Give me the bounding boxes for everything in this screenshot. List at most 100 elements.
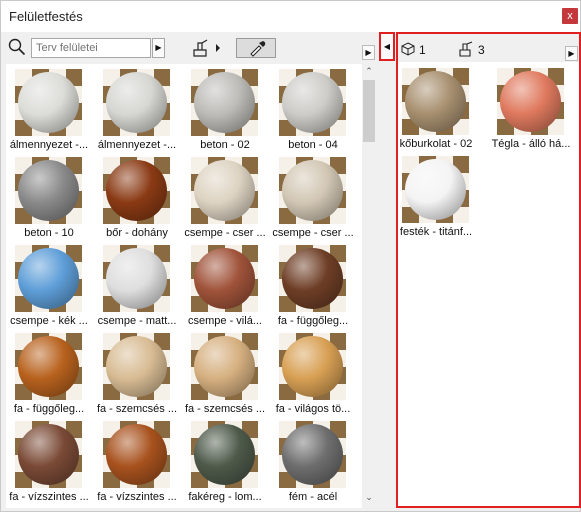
material-sphere (282, 248, 343, 309)
material-sphere (106, 336, 167, 397)
material-sphere (500, 71, 561, 132)
close-button[interactable]: x (562, 8, 578, 24)
material-tile[interactable]: fa - szemcsés ... (180, 333, 270, 421)
material-sphere (106, 160, 167, 221)
scroll-thumb[interactable] (363, 80, 375, 142)
material-thumbnail (402, 156, 469, 223)
search-dropdown-button[interactable]: ▶ (152, 38, 165, 58)
material-thumbnail (15, 333, 82, 400)
surface-painter-window: Felületfestés x ▶ ▶ ◀ álmennyezet -...ál… (0, 0, 581, 512)
material-tile[interactable]: fa - vízszintes ... (6, 421, 94, 508)
paint-bucket-icon[interactable] (190, 38, 224, 58)
material-tile[interactable]: fa - szemcsés ... (92, 333, 182, 421)
material-thumbnail (279, 69, 346, 136)
collapse-panel-button[interactable]: ◀ (379, 32, 395, 61)
material-label: Tégla - álló há... (491, 138, 571, 150)
material-sphere (106, 424, 167, 485)
surface-library-grid: álmennyezet -... álmennyezet -... beton - … (6, 64, 362, 508)
material-tile[interactable]: álmennyezet -... (92, 69, 182, 157)
material-sphere (282, 72, 343, 133)
material-label: csempe - matt... (97, 315, 177, 327)
material-label: beton - 04 (288, 139, 338, 151)
material-label: fa - szemcsés ... (184, 403, 266, 415)
material-sphere (18, 424, 79, 485)
material-thumbnail (191, 245, 258, 312)
material-thumbnail (279, 245, 346, 312)
title-bar: Felületfestés x (1, 1, 580, 32)
paint-bucket-icon (459, 41, 473, 57)
material-sphere (282, 424, 343, 485)
material-label: csempe - vilá... (188, 315, 262, 327)
material-tile[interactable]: fa - függőleg... (268, 245, 358, 333)
material-label: fa - függőleg... (277, 315, 349, 327)
eyedropper-button[interactable] (236, 38, 276, 58)
material-label: festék - titánf... (399, 226, 473, 238)
material-label: fakéreg - lom... (188, 491, 262, 503)
material-thumbnail (191, 157, 258, 224)
selection-panel: 1 3 ▶ kőburkolat - 02 Tégla - álló há... f… (396, 32, 581, 508)
material-sphere (194, 424, 255, 485)
paint-count: 3 (478, 43, 485, 57)
material-thumbnail (15, 421, 82, 488)
material-tile[interactable]: kőburkolat - 02 (391, 68, 481, 156)
object-count: 1 (419, 43, 426, 57)
library-scrollbar[interactable]: ⌃ ⌄ (362, 64, 376, 508)
cube-icon (401, 42, 415, 56)
material-tile[interactable]: csempe - kék ... (6, 245, 94, 333)
material-tile[interactable]: fa - vízszintes ... (92, 421, 182, 508)
scroll-up-arrow-icon[interactable]: ⌃ (362, 66, 376, 78)
library-scroll-right-button[interactable]: ▶ (362, 45, 375, 60)
material-label: álmennyezet -... (97, 139, 177, 151)
material-tile[interactable]: álmennyezet -... (6, 69, 94, 157)
material-sphere (405, 71, 466, 132)
material-tile[interactable]: beton - 04 (268, 69, 358, 157)
material-label: fém - acél (288, 491, 338, 503)
material-tile[interactable]: Tégla - álló há... (486, 68, 576, 156)
material-tile[interactable]: csempe - matt... (92, 245, 182, 333)
material-thumbnail (103, 421, 170, 488)
material-thumbnail (191, 69, 258, 136)
material-tile[interactable]: csempe - vilá... (180, 245, 270, 333)
material-label: bőr - dohány (106, 227, 168, 239)
material-thumbnail (191, 421, 258, 488)
material-label: csempe - cser ... (272, 227, 354, 239)
material-thumbnail (279, 333, 346, 400)
material-label: kőburkolat - 02 (399, 138, 473, 150)
material-label: beton - 10 (24, 227, 74, 239)
material-label: álmennyezet -... (9, 139, 89, 151)
material-tile[interactable]: fakéreg - lom... (180, 421, 270, 508)
material-thumbnail (103, 245, 170, 312)
material-thumbnail (402, 68, 469, 135)
material-thumbnail (279, 157, 346, 224)
material-sphere (18, 248, 79, 309)
material-label: fa - vízszintes ... (97, 491, 177, 503)
material-tile[interactable]: csempe - cser ... (268, 157, 358, 245)
material-tile[interactable]: festék - titánf... (391, 156, 481, 244)
material-tile[interactable]: bőr - dohány (92, 157, 182, 245)
material-thumbnail (103, 333, 170, 400)
material-tile[interactable]: csempe - cser ... (180, 157, 270, 245)
material-sphere (194, 248, 255, 309)
material-tile[interactable]: beton - 02 (180, 69, 270, 157)
material-label: beton - 02 (200, 139, 250, 151)
material-tile[interactable]: fa - függőleg... (6, 333, 94, 421)
material-thumbnail (15, 157, 82, 224)
material-tile[interactable]: beton - 10 (6, 157, 94, 245)
search-input[interactable] (31, 38, 151, 58)
material-sphere (18, 160, 79, 221)
material-sphere (282, 160, 343, 221)
material-thumbnail (497, 68, 564, 135)
material-label: fa - szemcsés ... (96, 403, 178, 415)
material-sphere (194, 160, 255, 221)
material-tile[interactable]: fa - világos tö... (268, 333, 358, 421)
material-tile[interactable]: fém - acél (268, 421, 358, 508)
material-sphere (106, 248, 167, 309)
selection-scroll-right-button[interactable]: ▶ (565, 46, 578, 61)
material-thumbnail (103, 69, 170, 136)
material-sphere (18, 72, 79, 133)
scroll-down-arrow-icon[interactable]: ⌄ (362, 492, 376, 504)
material-label: fa - világos tö... (275, 403, 351, 415)
material-label: fa - vízszintes ... (9, 491, 89, 503)
material-label: fa - függőleg... (13, 403, 85, 415)
material-thumbnail (191, 333, 258, 400)
